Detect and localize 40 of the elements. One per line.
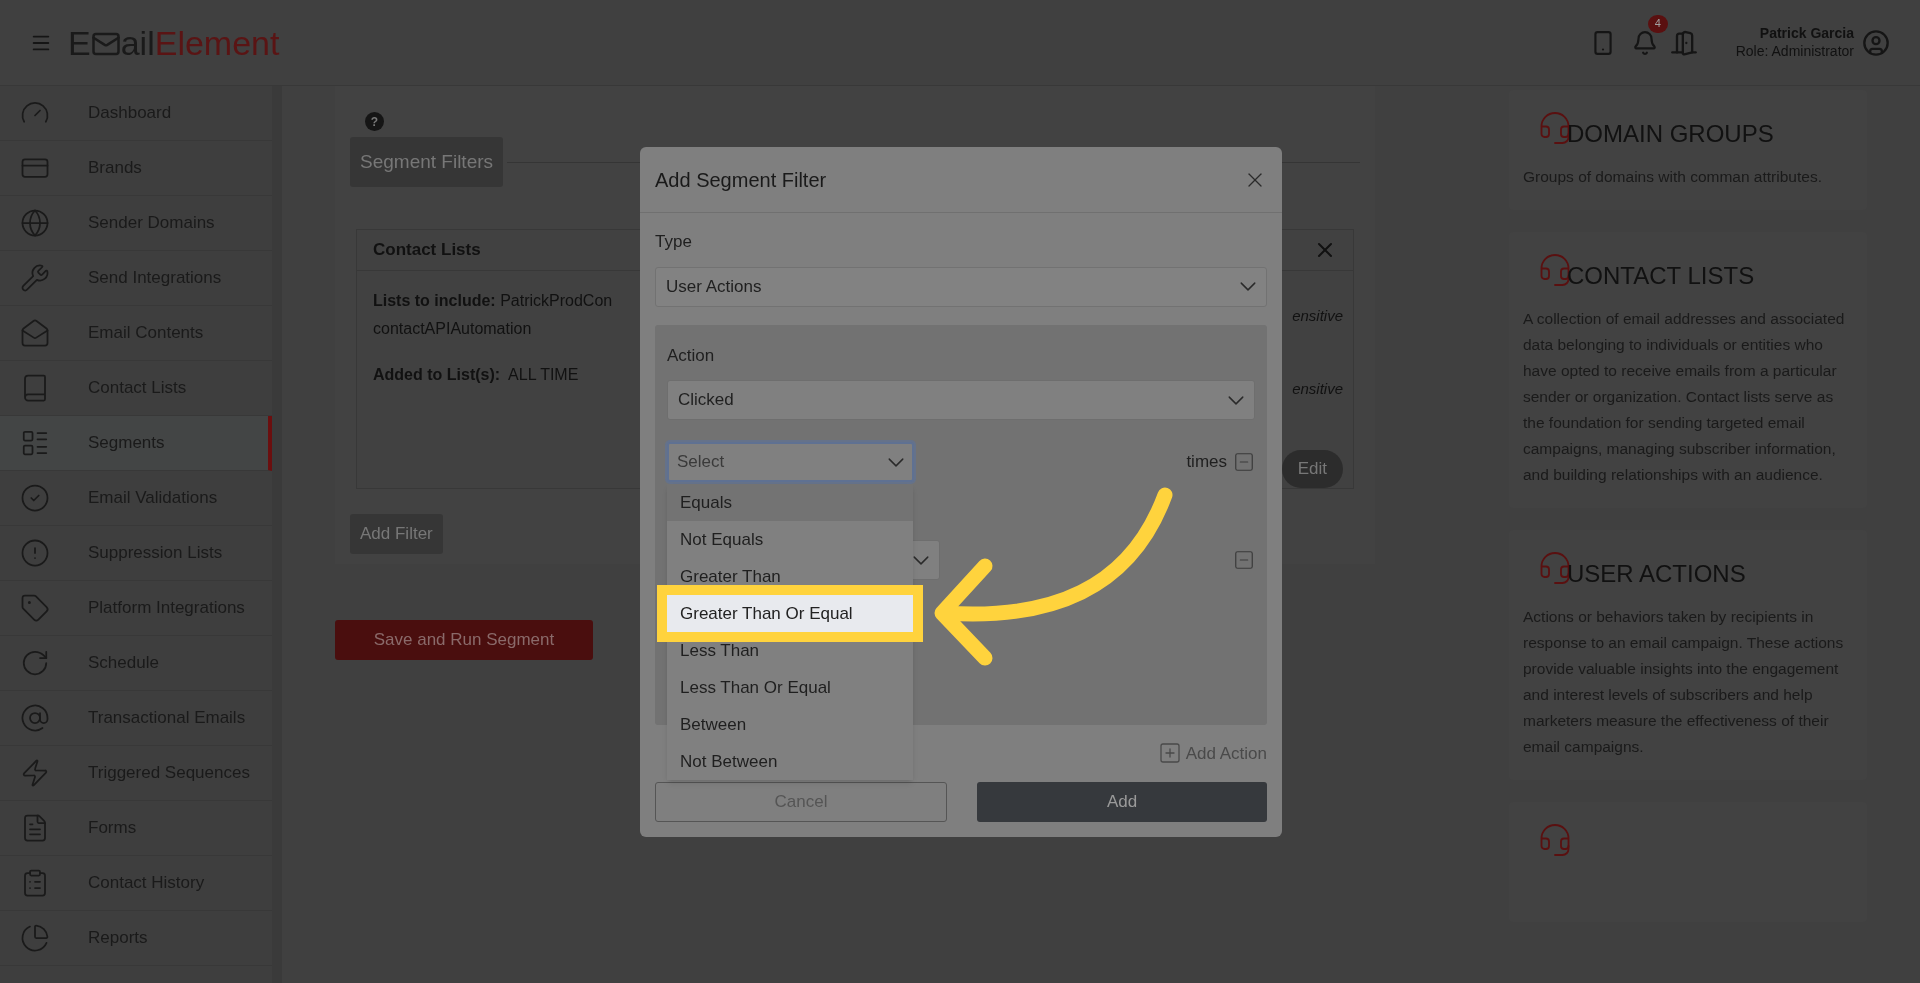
pie-chart-icon [20,923,50,953]
dropdown-option[interactable]: Equals [667,484,913,521]
type-select[interactable]: User Actions [655,266,1267,307]
wrench-icon [20,263,50,293]
user-avatar-icon[interactable] [1862,28,1890,57]
plus-icon [1157,741,1182,766]
action-select[interactable]: Clicked [667,380,1255,420]
dialog-title: Add Segment Filter [655,167,827,193]
operator-select[interactable]: Select [667,442,914,482]
exit-icon[interactable] [1669,28,1698,57]
chevron-icon [1240,282,1256,291]
dropdown-option[interactable]: Less Than Or Equal [667,669,913,706]
chevron-icon [1228,395,1244,405]
chevron-icon [888,457,904,467]
tag-icon [20,593,50,623]
notification-badge: 4 [1647,14,1668,33]
help-badge[interactable]: ? [365,112,384,131]
remove-icon[interactable] [1233,549,1255,571]
alert-circle-icon [20,538,50,568]
dropdown-option[interactable]: Between [667,706,913,743]
bell-icon[interactable] [1631,28,1658,57]
lightning-icon [20,758,50,788]
at-sign-icon [20,703,50,733]
dropdown-option[interactable]: Not Between [667,743,913,780]
envelope-icon [20,318,50,348]
edit-button[interactable]: Edit [1281,450,1343,488]
add-button[interactable]: Add [977,782,1267,822]
type-label: Type [655,231,693,253]
add-filter-button[interactable]: Add Filter [350,514,443,554]
times-label: times [1186,451,1227,474]
save-and-run-segment-button[interactable]: Save and Run Segment [335,620,593,660]
check-circle-icon [20,483,50,513]
scrollbar[interactable] [272,86,282,983]
segment-filters-tab[interactable]: Segment Filters [350,137,504,187]
chevron-icon [913,555,929,565]
remove-icon[interactable] [1233,451,1255,473]
globe-icon [20,208,50,238]
dropdown-option[interactable]: Not Equals [667,521,913,558]
list-icon [20,428,50,458]
action-label: Action [667,344,716,367]
